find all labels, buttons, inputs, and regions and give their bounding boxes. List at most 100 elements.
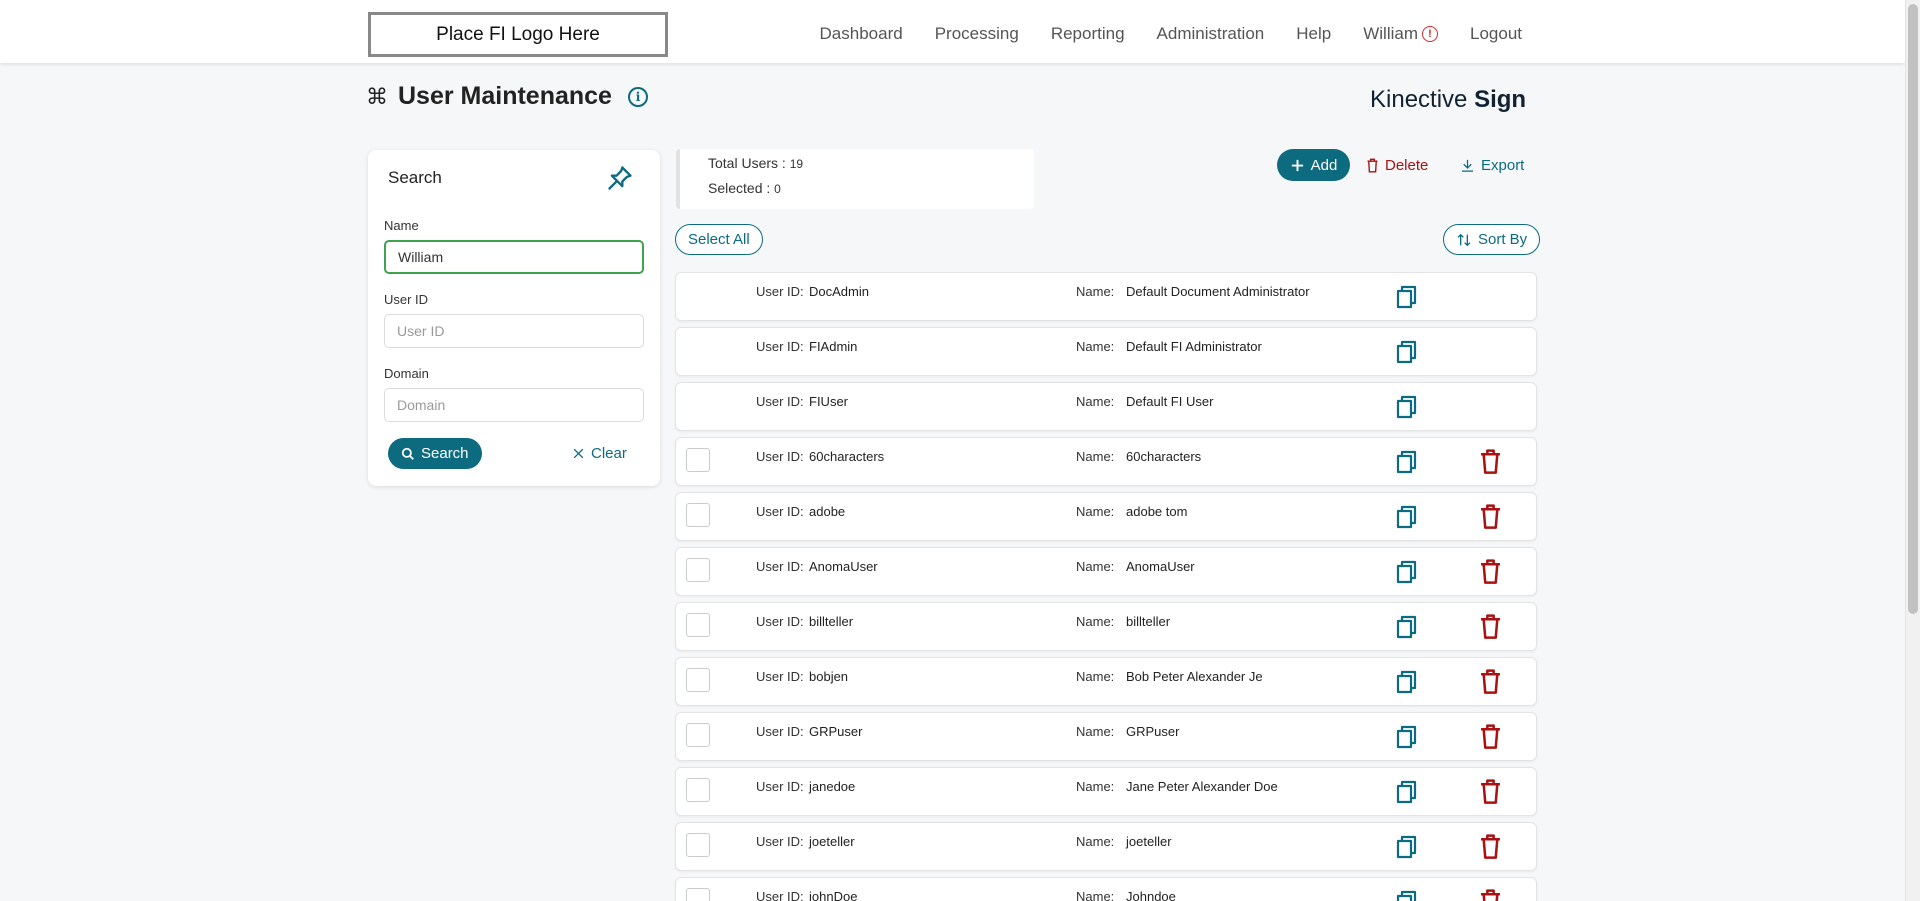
row-checkbox[interactable] xyxy=(686,833,710,857)
copy-icon[interactable] xyxy=(1396,615,1418,639)
userid-label: User ID: xyxy=(756,779,804,794)
name-value: 60characters xyxy=(1126,449,1202,464)
brand-logo: Kinective Sign xyxy=(1370,86,1526,114)
brand-light: Kinective xyxy=(1370,86,1475,113)
user-row[interactable]: User ID: bobjen Name: Bob Peter Alexander J… xyxy=(675,657,1537,706)
alert-icon: ! xyxy=(1422,26,1438,42)
export-button[interactable]: Export xyxy=(1460,149,1524,181)
copy-icon[interactable] xyxy=(1396,890,1418,901)
user-row[interactable]: User ID: FIAdmin Name: Default FI Administr… xyxy=(675,327,1537,376)
nav-user-menu[interactable]: William ! xyxy=(1363,24,1438,44)
userid-value: FIUser xyxy=(809,394,848,409)
trash-icon[interactable] xyxy=(1480,504,1501,530)
copy-icon[interactable] xyxy=(1396,835,1418,859)
selected-users-value: 0 xyxy=(774,182,781,196)
row-checkbox[interactable] xyxy=(686,888,710,901)
trash-icon xyxy=(1367,158,1378,172)
user-row[interactable]: User ID: FIUser Name: Default FI User xyxy=(675,382,1537,431)
user-list: User ID: DocAdmin Name: Default Document Ad… xyxy=(675,272,1537,901)
userid-input[interactable] xyxy=(384,314,644,348)
name-input[interactable] xyxy=(384,240,644,274)
userid-value: FIAdmin xyxy=(809,339,858,354)
user-row[interactable]: User ID: joeteller Name: joeteller xyxy=(675,822,1537,871)
nav-reporting[interactable]: Reporting xyxy=(1051,24,1125,44)
selected-users: Selected : 0 xyxy=(708,180,781,196)
userid-label: User ID: xyxy=(756,394,804,409)
user-row[interactable]: User ID: janedoe Name: Jane Peter Alexander… xyxy=(675,767,1537,816)
copy-icon[interactable] xyxy=(1396,450,1418,474)
nav-help[interactable]: Help xyxy=(1296,24,1331,44)
sort-by-button[interactable]: Sort By xyxy=(1443,224,1541,255)
select-all-label: Select All xyxy=(688,231,750,248)
name-value: adobe tom xyxy=(1126,504,1188,519)
row-checkbox[interactable] xyxy=(686,723,710,747)
user-row[interactable]: User ID: billteller Name: billteller xyxy=(675,602,1537,651)
userid-value: bobjen xyxy=(809,669,849,684)
userid-value: DocAdmin xyxy=(809,284,869,299)
trash-icon[interactable] xyxy=(1480,559,1501,585)
search-button[interactable]: Search xyxy=(388,438,482,469)
copy-icon[interactable] xyxy=(1396,285,1418,309)
user-name: William xyxy=(1363,24,1418,43)
copy-icon[interactable] xyxy=(1396,725,1418,749)
nav-administration[interactable]: Administration xyxy=(1157,24,1265,44)
sort-by-label: Sort By xyxy=(1478,231,1528,248)
main-nav: Dashboard Processing Reporting Administr… xyxy=(820,0,1522,68)
userid-label: User ID: xyxy=(756,669,804,684)
user-row[interactable]: User ID: johnDoe Name: Johndoe xyxy=(675,877,1537,901)
copy-icon[interactable] xyxy=(1396,560,1418,584)
row-checkbox[interactable] xyxy=(686,668,710,692)
name-value: Default FI Administrator xyxy=(1126,339,1262,354)
copy-icon[interactable] xyxy=(1396,340,1418,364)
copy-icon[interactable] xyxy=(1396,780,1418,804)
copy-icon[interactable] xyxy=(1396,395,1418,419)
top-nav-bar: Place FI Logo Here Dashboard Processing … xyxy=(0,0,1905,63)
add-button-label: Add xyxy=(1310,156,1338,174)
row-checkbox[interactable] xyxy=(686,558,710,582)
close-icon xyxy=(573,448,584,459)
user-row[interactable]: User ID: adobe Name: adobe tom xyxy=(675,492,1537,541)
search-panel-title: Search xyxy=(388,168,442,187)
pin-icon[interactable] xyxy=(606,164,634,192)
domain-input[interactable] xyxy=(384,388,644,422)
name-value: Johndoe xyxy=(1126,889,1176,901)
name-value: Default Document Administrator xyxy=(1126,284,1310,299)
row-checkbox[interactable] xyxy=(686,448,710,472)
row-checkbox[interactable] xyxy=(686,503,710,527)
trash-icon[interactable] xyxy=(1480,724,1501,750)
trash-icon[interactable] xyxy=(1480,779,1501,805)
trash-icon[interactable] xyxy=(1480,614,1501,640)
scrollbar-thumb[interactable] xyxy=(1908,4,1918,614)
select-all-button[interactable]: Select All xyxy=(675,224,763,255)
search-icon xyxy=(401,447,414,460)
page-scrollbar[interactable] xyxy=(1905,0,1920,901)
copy-icon[interactable] xyxy=(1396,670,1418,694)
trash-icon[interactable] xyxy=(1480,449,1501,475)
nav-logout[interactable]: Logout xyxy=(1470,24,1522,44)
trash-icon[interactable] xyxy=(1480,669,1501,695)
copy-icon[interactable] xyxy=(1396,505,1418,529)
add-user-button[interactable]: Add xyxy=(1277,149,1350,181)
row-checkbox[interactable] xyxy=(686,778,710,802)
userid-value: 60characters xyxy=(809,449,885,464)
delete-users-button[interactable]: Delete xyxy=(1366,149,1428,181)
userid-value: joeteller xyxy=(809,834,855,849)
userid-label: User ID: xyxy=(756,504,804,519)
name-value: billteller xyxy=(1126,614,1171,629)
name-label: Name xyxy=(384,218,419,233)
domain-label: Domain xyxy=(384,366,429,381)
userid-label: User ID: xyxy=(756,724,804,739)
nav-processing[interactable]: Processing xyxy=(935,24,1019,44)
user-row[interactable]: User ID: 60characters Name: 60characters xyxy=(675,437,1537,486)
row-checkbox[interactable] xyxy=(686,613,710,637)
userid-value: johnDoe xyxy=(809,889,858,901)
user-row[interactable]: User ID: GRPuser Name: GRPuser xyxy=(675,712,1537,761)
clear-button[interactable]: Clear xyxy=(572,438,627,469)
trash-icon[interactable] xyxy=(1480,834,1501,860)
nav-dashboard[interactable]: Dashboard xyxy=(820,24,903,44)
trash-icon[interactable] xyxy=(1480,889,1501,901)
user-row[interactable]: User ID: DocAdmin Name: Default Document Ad… xyxy=(675,272,1537,321)
fi-logo-placeholder[interactable]: Place FI Logo Here xyxy=(368,12,668,57)
user-row[interactable]: User ID: AnomaUser Name: AnomaUser xyxy=(675,547,1537,596)
info-icon[interactable]: i xyxy=(627,86,648,107)
